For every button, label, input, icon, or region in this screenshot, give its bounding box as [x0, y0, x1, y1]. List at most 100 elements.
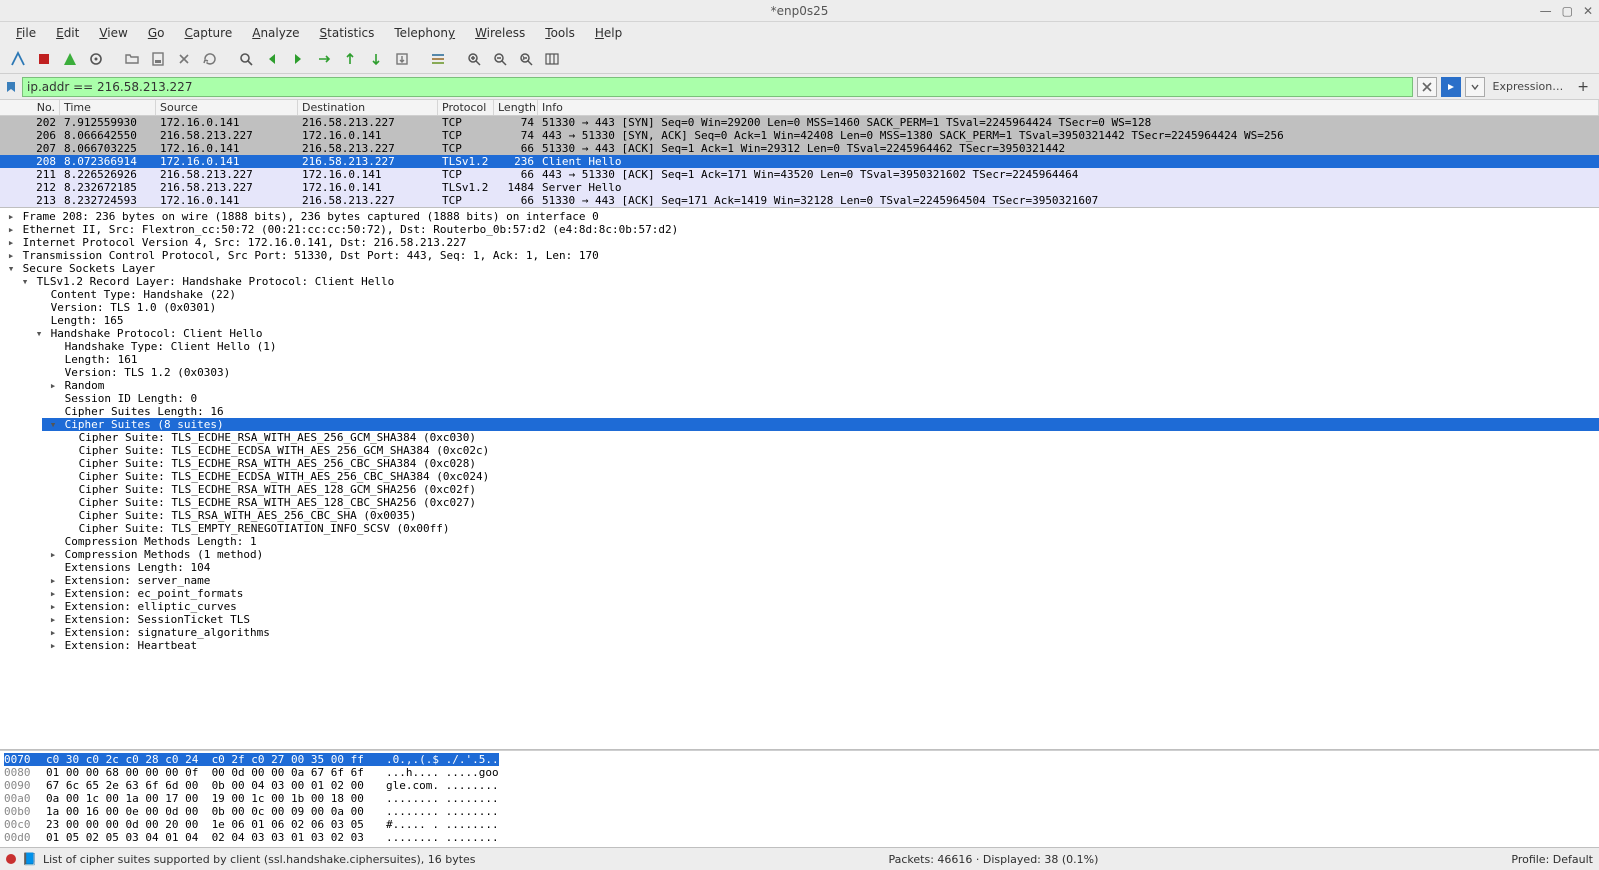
- open-file-icon[interactable]: [120, 47, 144, 71]
- detail-node[interactable]: ▾ Handshake Protocol: Client Hello: [28, 327, 1599, 340]
- clear-filter-icon[interactable]: [1417, 77, 1437, 97]
- menu-capture[interactable]: Capture: [176, 24, 240, 42]
- capture-file-props-icon[interactable]: 📘: [22, 852, 37, 866]
- detail-node[interactable]: ▸ Compression Methods (1 method): [42, 548, 1599, 561]
- zoom-in-icon[interactable]: [462, 47, 486, 71]
- detail-node[interactable]: Session ID Length: 0: [42, 392, 1599, 405]
- colorize-icon[interactable]: [426, 47, 450, 71]
- hex-row[interactable]: 00b0 1a 00 16 00 0e 00 0d 00 0b 00 0c 00…: [4, 805, 1595, 818]
- save-file-icon[interactable]: [146, 47, 170, 71]
- col-length[interactable]: Length: [494, 100, 538, 115]
- go-first-icon[interactable]: [338, 47, 362, 71]
- stop-capture-icon[interactable]: [32, 47, 56, 71]
- col-source[interactable]: Source: [156, 100, 298, 115]
- packet-row[interactable]: 2068.066642550216.58.213.227172.16.0.141…: [0, 129, 1599, 142]
- menu-go[interactable]: Go: [140, 24, 173, 42]
- resize-columns-icon[interactable]: [540, 47, 564, 71]
- close-icon[interactable]: ✕: [1583, 4, 1593, 18]
- go-forward-icon[interactable]: [286, 47, 310, 71]
- packet-row[interactable]: 2138.232724593172.16.0.141216.58.213.227…: [0, 194, 1599, 207]
- detail-node[interactable]: ▸ Random: [42, 379, 1599, 392]
- detail-node[interactable]: Length: 165: [28, 314, 1599, 327]
- detail-node[interactable]: ▸ Transmission Control Protocol, Src Por…: [0, 249, 1599, 262]
- menu-telephony[interactable]: Telephony: [386, 24, 463, 42]
- packet-row[interactable]: 2088.072366914172.16.0.141216.58.213.227…: [0, 155, 1599, 168]
- detail-node[interactable]: ▸ Extension: signature_algorithms: [42, 626, 1599, 639]
- display-filter-input[interactable]: ip.addr == 216.58.213.227: [22, 77, 1413, 97]
- minimize-icon[interactable]: —: [1540, 4, 1552, 18]
- expert-led-icon[interactable]: [6, 854, 16, 864]
- detail-node[interactable]: ▾ TLSv1.2 Record Layer: Handshake Protoc…: [14, 275, 1599, 288]
- detail-node[interactable]: ▸ Extension: elliptic_curves: [42, 600, 1599, 613]
- detail-node[interactable]: ▾ Secure Sockets Layer: [0, 262, 1599, 275]
- apply-filter-icon[interactable]: [1441, 77, 1461, 97]
- menu-view[interactable]: View: [91, 24, 135, 42]
- capture-options-icon[interactable]: [84, 47, 108, 71]
- go-back-icon[interactable]: [260, 47, 284, 71]
- detail-node[interactable]: ▸ Ethernet II, Src: Flextron_cc:50:72 (0…: [0, 223, 1599, 236]
- detail-node[interactable]: Handshake Type: Client Hello (1): [42, 340, 1599, 353]
- detail-node[interactable]: Compression Methods Length: 1: [42, 535, 1599, 548]
- detail-node[interactable]: ▸ Internet Protocol Version 4, Src: 172.…: [0, 236, 1599, 249]
- detail-node[interactable]: Cipher Suite: TLS_RSA_WITH_AES_256_CBC_S…: [56, 509, 1599, 522]
- bookmark-icon[interactable]: [4, 80, 18, 94]
- menu-edit[interactable]: Edit: [48, 24, 87, 42]
- detail-node[interactable]: ▸ Extension: Heartbeat: [42, 639, 1599, 652]
- packet-details[interactable]: ▸ Frame 208: 236 bytes on wire (1888 bit…: [0, 208, 1599, 750]
- col-no[interactable]: No.: [0, 100, 60, 115]
- detail-node[interactable]: Extensions Length: 104: [42, 561, 1599, 574]
- col-protocol[interactable]: Protocol: [438, 100, 494, 115]
- find-packet-icon[interactable]: [234, 47, 258, 71]
- close-file-icon[interactable]: [172, 47, 196, 71]
- detail-node[interactable]: Cipher Suites Length: 16: [42, 405, 1599, 418]
- detail-node[interactable]: Version: TLS 1.2 (0x0303): [42, 366, 1599, 379]
- hex-row[interactable]: 00c0 23 00 00 00 0d 00 20 00 1e 06 01 06…: [4, 818, 1595, 831]
- detail-node[interactable]: Cipher Suite: TLS_ECDHE_RSA_WITH_AES_128…: [56, 496, 1599, 509]
- detail-node[interactable]: ▸ Frame 208: 236 bytes on wire (1888 bit…: [0, 210, 1599, 223]
- hex-row[interactable]: 00a0 0a 00 1c 00 1a 00 17 00 19 00 1c 00…: [4, 792, 1595, 805]
- packet-row[interactable]: 2128.232672185216.58.213.227172.16.0.141…: [0, 181, 1599, 194]
- detail-node[interactable]: Version: TLS 1.0 (0x0301): [28, 301, 1599, 314]
- packet-bytes[interactable]: 0070 c0 30 c0 2c c0 28 c0 24 c0 2f c0 27…: [0, 750, 1599, 848]
- filter-dropdown-icon[interactable]: [1465, 77, 1485, 97]
- maximize-icon[interactable]: ▢: [1562, 4, 1573, 18]
- hex-row[interactable]: 0080 01 00 00 68 00 00 00 0f 00 0d 00 00…: [4, 766, 1595, 779]
- detail-node[interactable]: ▸ Extension: ec_point_formats: [42, 587, 1599, 600]
- packet-row[interactable]: 2027.912559930172.16.0.141216.58.213.227…: [0, 116, 1599, 129]
- detail-node[interactable]: Length: 161: [42, 353, 1599, 366]
- start-capture-icon[interactable]: [6, 47, 30, 71]
- detail-node[interactable]: ▸ Extension: SessionTicket TLS: [42, 613, 1599, 626]
- detail-node[interactable]: Cipher Suite: TLS_EMPTY_RENEGOTIATION_IN…: [56, 522, 1599, 535]
- menu-tools[interactable]: Tools: [537, 24, 583, 42]
- detail-node[interactable]: Cipher Suite: TLS_ECDHE_RSA_WITH_AES_256…: [56, 457, 1599, 470]
- packet-row[interactable]: 2118.226526926216.58.213.227172.16.0.141…: [0, 168, 1599, 181]
- packet-row[interactable]: 2078.066703225172.16.0.141216.58.213.227…: [0, 142, 1599, 155]
- zoom-reset-icon[interactable]: 1: [514, 47, 538, 71]
- auto-scroll-icon[interactable]: [390, 47, 414, 71]
- detail-node[interactable]: Cipher Suite: TLS_ECDHE_RSA_WITH_AES_128…: [56, 483, 1599, 496]
- col-destination[interactable]: Destination: [298, 100, 438, 115]
- detail-node[interactable]: Cipher Suite: TLS_ECDHE_ECDSA_WITH_AES_2…: [56, 444, 1599, 457]
- hex-row[interactable]: 0070 c0 30 c0 2c c0 28 c0 24 c0 2f c0 27…: [4, 753, 1595, 766]
- detail-node[interactable]: ▸ Extension: server_name: [42, 574, 1599, 587]
- col-info[interactable]: Info: [538, 100, 1599, 115]
- zoom-out-icon[interactable]: [488, 47, 512, 71]
- menu-statistics[interactable]: Statistics: [312, 24, 383, 42]
- col-time[interactable]: Time: [60, 100, 156, 115]
- menu-file[interactable]: File: [8, 24, 44, 42]
- detail-node[interactable]: Cipher Suite: TLS_ECDHE_RSA_WITH_AES_256…: [56, 431, 1599, 444]
- menu-help[interactable]: Help: [587, 24, 630, 42]
- menu-wireless[interactable]: Wireless: [467, 24, 533, 42]
- detail-node[interactable]: Cipher Suite: TLS_ECDHE_ECDSA_WITH_AES_2…: [56, 470, 1599, 483]
- detail-node[interactable]: ▾ Cipher Suites (8 suites): [42, 418, 1599, 431]
- go-to-packet-icon[interactable]: [312, 47, 336, 71]
- status-profile[interactable]: Profile: Default: [1511, 853, 1593, 866]
- packet-list[interactable]: No. Time Source Destination Protocol Len…: [0, 100, 1599, 208]
- go-last-icon[interactable]: [364, 47, 388, 71]
- reload-icon[interactable]: [198, 47, 222, 71]
- detail-node[interactable]: Content Type: Handshake (22): [28, 288, 1599, 301]
- add-filter-button[interactable]: +: [1571, 79, 1595, 95]
- hex-row[interactable]: 00d0 01 05 02 05 03 04 01 04 02 04 03 03…: [4, 831, 1595, 844]
- menu-analyze[interactable]: Analyze: [244, 24, 307, 42]
- expression-button[interactable]: Expression…: [1489, 80, 1568, 93]
